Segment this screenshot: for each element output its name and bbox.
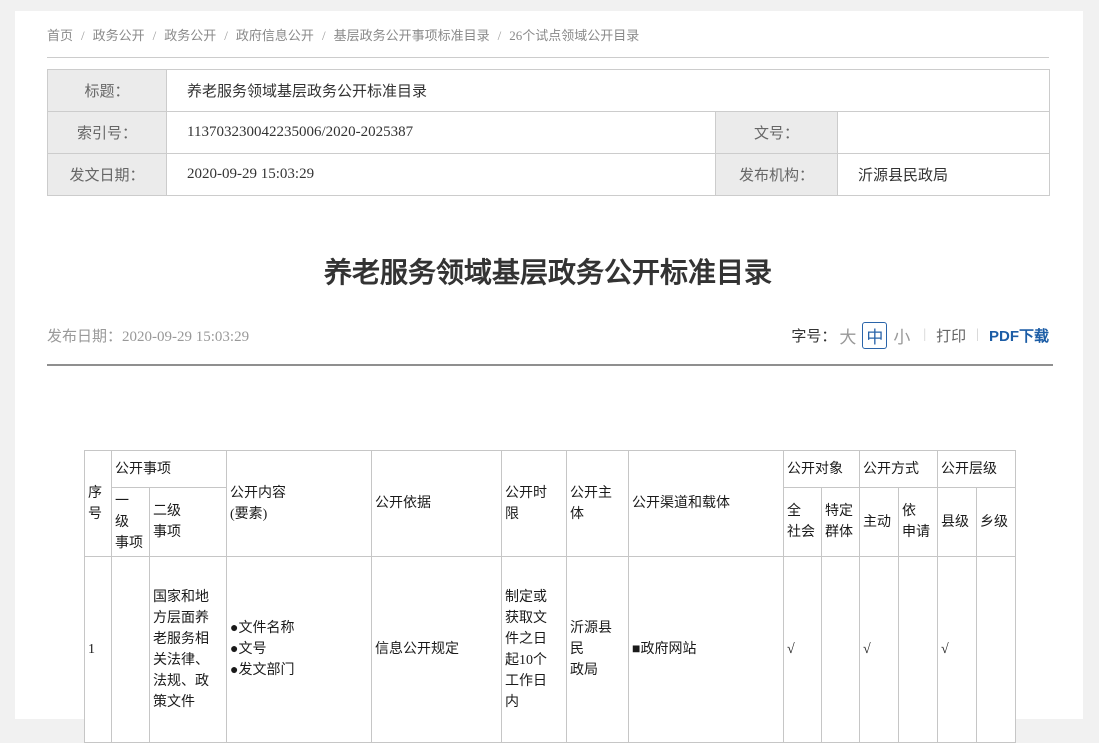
breadcrumb-link-zwgk1[interactable]: 政务公开 xyxy=(93,28,145,43)
meta-date-label: 发文日期： xyxy=(48,154,167,196)
header-content: 公开内容 (要素) xyxy=(227,451,372,557)
breadcrumb-separator: / xyxy=(153,28,157,43)
publish-date-label: 发布日期： xyxy=(47,329,122,345)
breadcrumb-link-home[interactable]: 首页 xyxy=(47,28,73,43)
font-size-small-button[interactable]: 小 xyxy=(893,323,910,348)
document-meta-table: 标题： 养老服务领域基层政务公开标准目录 索引号： 11370323004223… xyxy=(47,69,1050,196)
meta-title-value: 养老服务领域基层政务公开标准目录 xyxy=(167,70,1050,112)
cell-level-county-check: √ xyxy=(938,557,977,743)
breadcrumb-separator: / xyxy=(322,28,326,43)
meta-agency-label: 发布机构： xyxy=(716,154,838,196)
font-size-medium-button[interactable]: 中 xyxy=(862,322,887,349)
header-item-group: 公开事项 xyxy=(112,451,227,488)
header-time-limit: 公开时 限 xyxy=(502,451,567,557)
header-method-group: 公开方式 xyxy=(860,451,938,488)
header-basis: 公开依据 xyxy=(372,451,502,557)
print-button[interactable]: 打印 xyxy=(936,325,966,346)
header-target-specific: 特定 群体 xyxy=(822,488,860,557)
cell-seq: 1 xyxy=(85,557,112,743)
toolbar-separator: | xyxy=(976,327,979,343)
cell-content: ●文件名称 ●文号 ●发文部门 xyxy=(227,557,372,743)
header-method-active: 主动 xyxy=(860,488,899,557)
cell-level1 xyxy=(112,557,150,743)
breadcrumb: 首页 / 政务公开 / 政务公开 / 政府信息公开 / 基层政务公开事项标准目录 / 26个试点领域… xyxy=(47,27,1049,44)
pdf-download-button[interactable]: PDF下载 xyxy=(989,325,1049,346)
header-level-group: 公开层级 xyxy=(938,451,1016,488)
header-level-town: 乡级 xyxy=(977,488,1016,557)
publish-info-row: 发布日期：2020-09-29 15:03:29 字号： 大 中 小 | 打印 … xyxy=(47,322,1049,348)
meta-title-label: 标题： xyxy=(48,70,167,112)
publish-date-value: 2020-09-29 15:03:29 xyxy=(122,329,249,345)
header-subject: 公开主体 xyxy=(567,451,629,557)
breadcrumb-link-info[interactable]: 政府信息公开 xyxy=(236,28,314,43)
meta-agency-value: 沂源县民政局 xyxy=(838,154,1050,196)
meta-index-label: 索引号： xyxy=(48,112,167,154)
header-level2: 二级 事项 xyxy=(150,488,227,557)
cell-time-limit: 制定或 获取文 件之日 起10个 工作日 内 xyxy=(502,557,567,743)
header-target-all: 全 社会 xyxy=(784,488,822,557)
font-size-label: 字号： xyxy=(791,325,836,346)
cell-method-request-check xyxy=(899,557,938,743)
table-row: 1 国家和地 方层面养 老服务相 关法律、 法规、政 策文件 ●文件名称 ●文号… xyxy=(85,557,1016,743)
cell-level2: 国家和地 方层面养 老服务相 关法律、 法规、政 策文件 xyxy=(150,557,227,743)
cell-target-all-check: √ xyxy=(784,557,822,743)
meta-docnum-label: 文号： xyxy=(716,112,838,154)
cell-target-specific-check xyxy=(822,557,860,743)
breadcrumb-separator: / xyxy=(81,28,85,43)
header-method-request: 依 申请 xyxy=(899,488,938,557)
breadcrumb-separator: / xyxy=(498,28,502,43)
breadcrumb-divider xyxy=(47,57,1049,58)
title-divider xyxy=(47,364,1053,366)
header-target-group: 公开对象 xyxy=(784,451,860,488)
breadcrumb-separator: / xyxy=(224,28,228,43)
page-title: 养老服务领域基层政务公开标准目录 xyxy=(47,257,1049,289)
font-size-large-button[interactable]: 大 xyxy=(839,323,856,348)
cell-method-active-check: √ xyxy=(860,557,899,743)
breadcrumb-link-catalog[interactable]: 基层政务公开事项标准目录 xyxy=(334,28,490,43)
header-level1: 一 级 事项 xyxy=(112,488,150,557)
catalog-table: 序 号 公开事项 公开内容 (要素) 公开依据 公开时 限 公开主体 公开渠道和… xyxy=(84,450,1016,743)
meta-docnum-value xyxy=(838,112,1050,154)
cell-basis: 信息公开规定 xyxy=(372,557,502,743)
breadcrumb-link-pilot[interactable]: 26个试点领域公开目录 xyxy=(509,28,639,43)
cell-level-town-check xyxy=(977,557,1016,743)
publish-date: 发布日期：2020-09-29 15:03:29 xyxy=(47,325,249,346)
header-seq: 序 号 xyxy=(85,451,112,557)
cell-subject: 沂源县民 政局 xyxy=(567,557,629,743)
meta-date-value: 2020-09-29 15:03:29 xyxy=(167,154,716,196)
breadcrumb-link-zwgk2[interactable]: 政务公开 xyxy=(164,28,216,43)
toolbar-separator: | xyxy=(923,327,926,343)
header-level-county: 县级 xyxy=(938,488,977,557)
cell-channel: ■政府网站 xyxy=(629,557,784,743)
toolbar: 字号： 大 中 小 | 打印 | PDF下载 xyxy=(791,322,1049,349)
meta-index-value: 113703230042235006/2020-2025387 xyxy=(167,112,716,154)
header-channel: 公开渠道和载体 xyxy=(629,451,784,557)
